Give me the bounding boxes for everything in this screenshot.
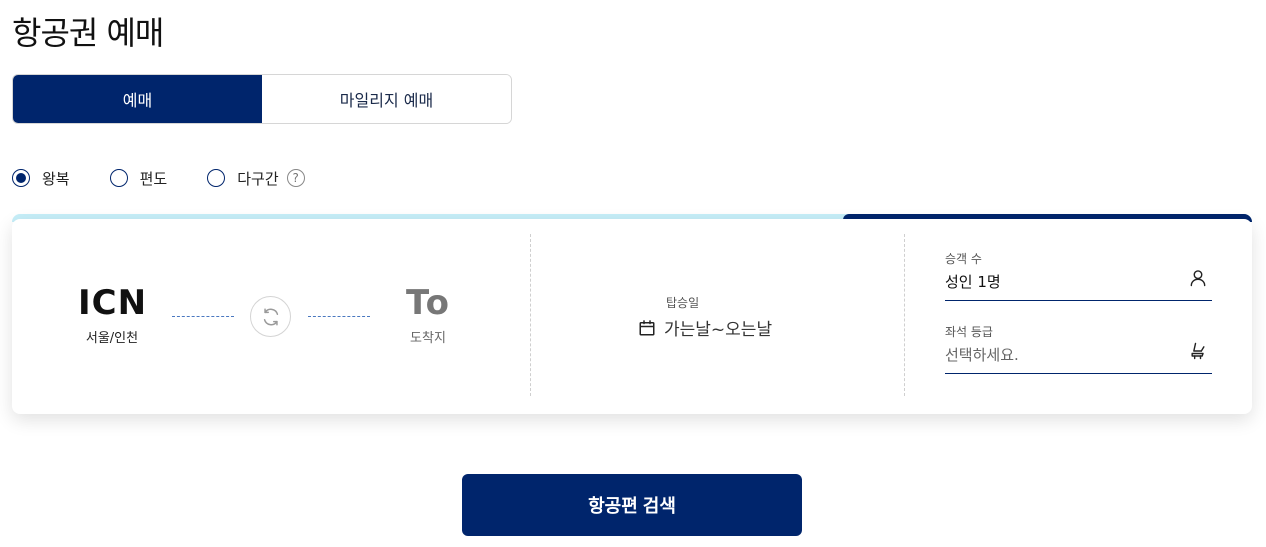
swap-button[interactable] [250, 296, 291, 337]
arrival-city: 도착지 [410, 331, 446, 346]
trip-type-one-way[interactable]: 편도 [109, 168, 168, 189]
route-section: ICN 서울/인천 To 도착지 [12, 219, 530, 414]
person-icon [1190, 270, 1206, 287]
date-value: 가는날~오는날 [664, 320, 773, 340]
radio-multi-city[interactable] [207, 169, 226, 187]
tab-booking[interactable]: 예매 [13, 75, 262, 123]
arrival-airport[interactable]: To 도착지 [400, 283, 456, 346]
booking-tabs: 예매 마일리지 예매 [12, 74, 512, 124]
trip-type-label: 다구간 [237, 169, 279, 188]
passenger-count-value: 성인 1명 [945, 273, 1001, 291]
cabin-class-field[interactable]: 좌석 등급 선택하세요. [945, 323, 1212, 374]
arrival-code: To [405, 283, 451, 323]
section-divider [530, 234, 531, 396]
question-circle-icon[interactable]: ? [286, 169, 305, 187]
passenger-count-field[interactable]: 승객 수 성인 1명 [945, 250, 1212, 301]
trip-type-label: 왕복 [42, 169, 70, 188]
trip-type-label: 편도 [139, 169, 168, 188]
departure-airport[interactable]: ICN 서울/인천 [78, 283, 146, 346]
radio-round-trip[interactable] [12, 169, 30, 187]
search-flights-button[interactable]: 항공편 검색 [462, 474, 802, 536]
date-selector[interactable]: 탑승일 가는날~오는날 [638, 294, 772, 340]
trip-type-multi-city[interactable]: 다구간 [207, 168, 279, 189]
tab-mileage-booking[interactable]: 마일리지 예매 [262, 75, 511, 123]
departure-city: 서울/인천 [85, 331, 139, 346]
route-dash-right [308, 316, 370, 317]
radio-one-way[interactable] [109, 169, 128, 187]
trip-type-group: 왕복 편도 다구간 ? [12, 166, 305, 190]
trip-type-round-trip[interactable]: 왕복 [12, 168, 70, 189]
seat-icon [1191, 342, 1205, 360]
route-dash-left [172, 316, 234, 317]
departure-code: ICN [78, 283, 148, 323]
cabin-class-placeholder: 선택하세요. [945, 346, 1019, 364]
passenger-count-label: 승객 수 [945, 252, 982, 266]
page-title: 항공권 예매 [12, 14, 164, 52]
booking-form-card: ICN 서울/인천 To 도착지 탑승일 가는날~오는날 승객 수 성인 1명 … [12, 219, 1252, 414]
calendar-icon [639, 319, 655, 335]
cabin-class-label: 좌석 등급 [945, 325, 993, 339]
section-divider [904, 234, 905, 396]
swap-arrows-icon [263, 307, 278, 326]
date-label: 탑승일 [666, 296, 700, 310]
